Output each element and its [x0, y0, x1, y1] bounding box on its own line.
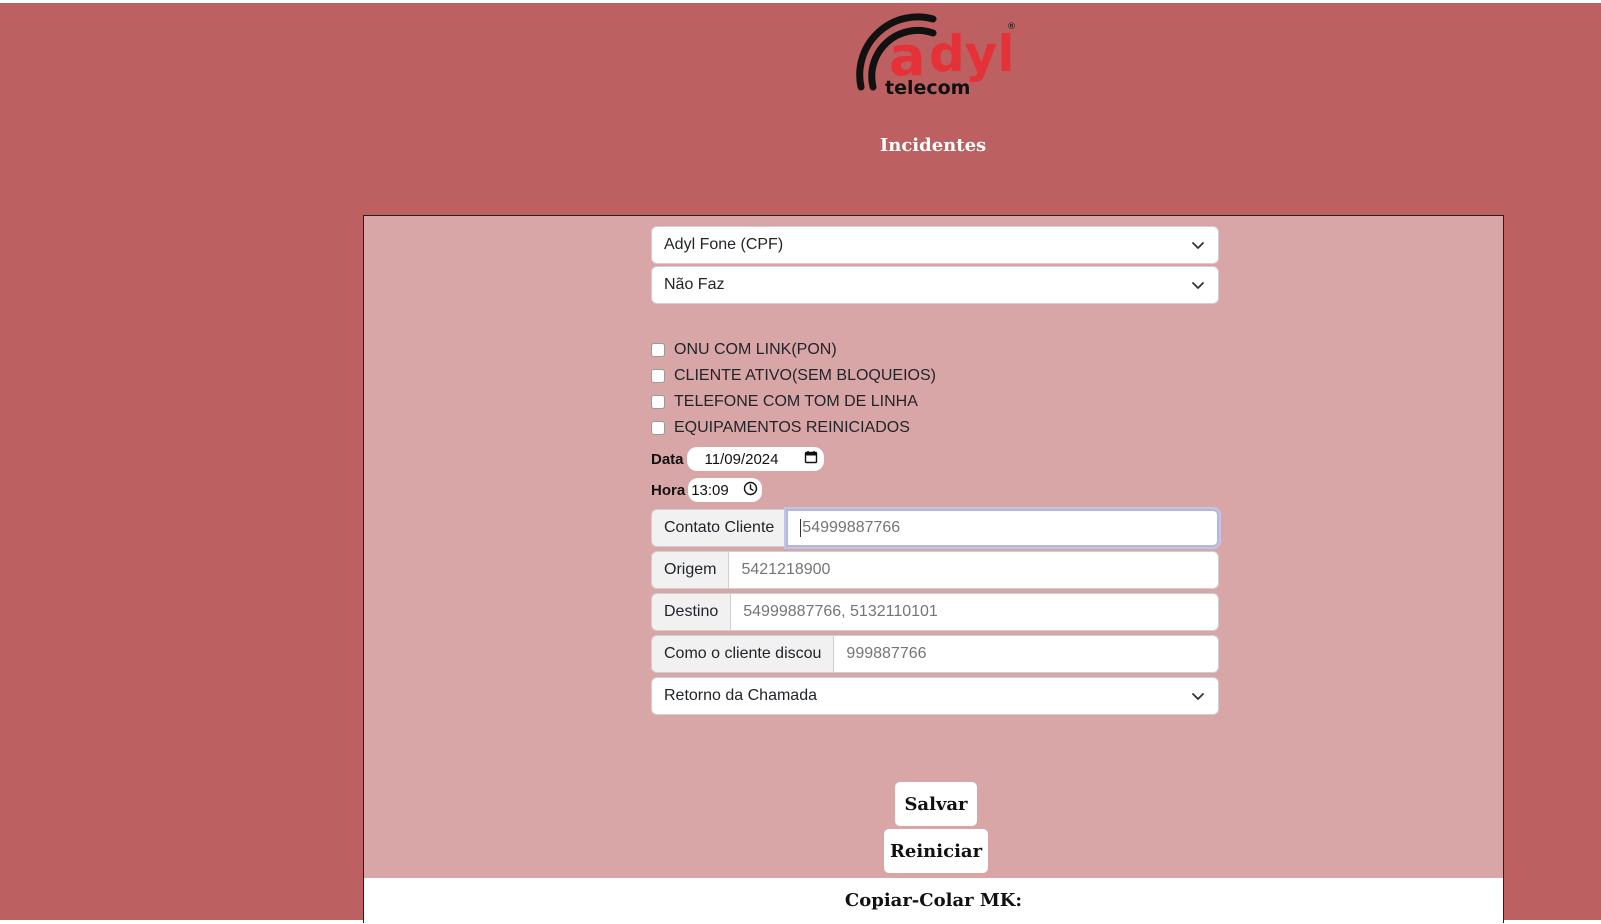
como-discou-placeholder: 999887766: [846, 645, 927, 662]
checkbox-cliente-ativo[interactable]: [651, 369, 665, 383]
copy-paste-section: Copiar-Colar MK:: [364, 878, 1503, 924]
incident-form-panel: Adyl Fone (CPF) Não Faz ONU COM LINK(PON…: [363, 215, 1504, 924]
origem-label: Origem: [651, 551, 729, 589]
status-select-value: Não Faz: [664, 276, 725, 293]
time-row: Hora 13:09: [651, 478, 763, 502]
svg-text:®: ®: [1007, 22, 1016, 32]
clock-icon[interactable]: [743, 481, 758, 500]
como-discou-group: Como o cliente discou 999887766: [651, 635, 1219, 673]
contato-cliente-input[interactable]: 54999887766: [786, 509, 1219, 547]
contato-cliente-placeholder: 54999887766: [802, 519, 901, 536]
svg-text:dyl: dyl: [929, 25, 1015, 83]
checklist-label: TELEFONE COM TOM DE LINHA: [674, 393, 918, 410]
destino-group: Destino 54999887766, 5132110101: [651, 593, 1219, 631]
como-discou-input[interactable]: 999887766: [833, 635, 1219, 673]
page-title: Incidentes: [879, 135, 987, 156]
save-button[interactable]: Salvar: [895, 782, 977, 826]
text-caret: [800, 519, 802, 537]
time-label: Hora: [651, 481, 686, 499]
svg-text:telecom: telecom: [885, 77, 970, 99]
date-row: Data 11/09/2024: [651, 447, 824, 471]
como-discou-label: Como o cliente discou: [651, 635, 834, 673]
destino-input[interactable]: 54999887766, 5132110101: [730, 593, 1219, 631]
checkbox-equipamentos-reiniciados[interactable]: [651, 421, 665, 435]
service-select[interactable]: Adyl Fone (CPF): [651, 226, 1219, 264]
copy-paste-title: Copiar-Colar MK:: [844, 890, 1023, 911]
chevron-down-icon: [1178, 266, 1218, 304]
checklist-item: CLIENTE ATIVO(SEM BLOQUEIOS): [651, 366, 936, 386]
checklist-item: ONU COM LINK(PON): [651, 340, 837, 360]
checkbox-telefone-tom[interactable]: [651, 395, 665, 409]
checklist-label: CLIENTE ATIVO(SEM BLOQUEIOS): [674, 367, 936, 384]
checklist-item: EQUIPAMENTOS REINICIADOS: [651, 418, 910, 438]
contato-cliente-label: Contato Cliente: [651, 509, 787, 547]
chevron-down-icon: [1178, 226, 1218, 264]
origem-group: Origem 5421218900: [651, 551, 1219, 589]
destino-label: Destino: [651, 593, 731, 631]
checklist-item: TELEFONE COM TOM DE LINHA: [651, 392, 918, 412]
time-value: 13:09: [691, 481, 729, 499]
date-input[interactable]: 11/09/2024: [686, 447, 824, 471]
adyl-telecom-logo: a dyl telecom ®: [853, 7, 1023, 99]
service-select-value: Adyl Fone (CPF): [664, 236, 784, 253]
reset-button[interactable]: Reiniciar: [884, 829, 988, 873]
checklist-label: EQUIPAMENTOS REINICIADOS: [674, 419, 910, 436]
calendar-icon[interactable]: [804, 450, 818, 468]
date-value: 11/09/2024: [704, 450, 779, 468]
chevron-down-icon: [1178, 677, 1218, 715]
checkbox-onu-link[interactable]: [651, 343, 665, 357]
checklist-label: ONU COM LINK(PON): [674, 341, 837, 358]
destino-placeholder: 54999887766, 5132110101: [743, 603, 938, 620]
page-background: a dyl telecom ® Incidentes Adyl Fone (CP…: [0, 3, 1601, 924]
date-label: Data: [651, 450, 684, 468]
contato-cliente-group: Contato Cliente 54999887766: [651, 509, 1219, 547]
time-input[interactable]: 13:09: [688, 478, 763, 502]
origem-placeholder: 5421218900: [741, 561, 831, 578]
retorno-select-value: Retorno da Chamada: [664, 687, 817, 704]
retorno-select[interactable]: Retorno da Chamada: [651, 677, 1219, 715]
origem-input[interactable]: 5421218900: [728, 551, 1219, 589]
status-select[interactable]: Não Faz: [651, 266, 1219, 304]
